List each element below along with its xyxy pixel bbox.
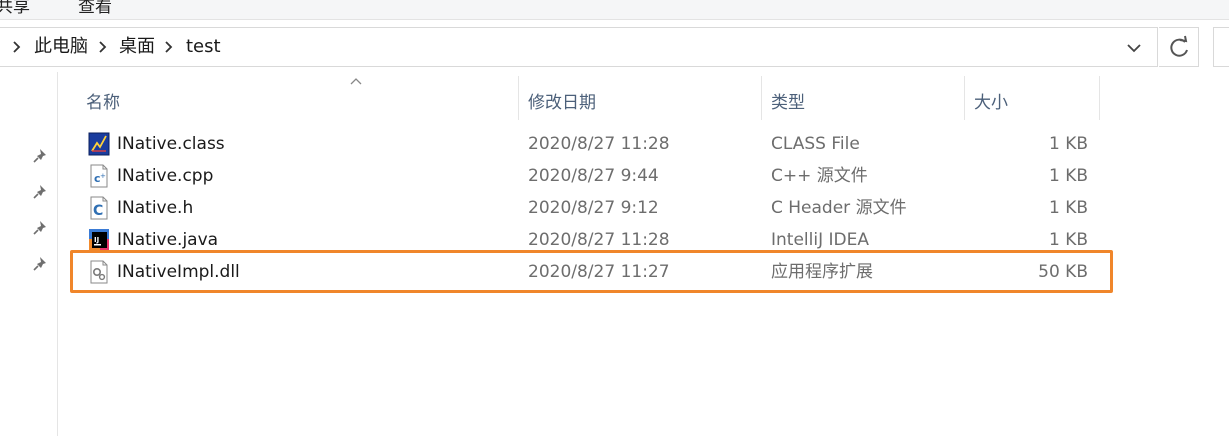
file-type: CLASS File (771, 134, 860, 154)
chevron-down-icon[interactable] (1119, 36, 1149, 60)
sort-ascending-icon (350, 78, 362, 85)
column-divider[interactable] (518, 76, 519, 120)
ribbon-bar: 共享 查看 (0, 0, 1229, 20)
file-name: INative.java (117, 230, 219, 250)
column-header-date[interactable]: 修改日期 (528, 88, 596, 113)
column-header-type[interactable]: 类型 (771, 88, 805, 113)
column-divider[interactable] (761, 76, 762, 120)
file-row[interactable]: c + INative.cpp 2020/8/27 9:44 C++ 源文件 1… (80, 160, 1112, 192)
breadcrumb-test[interactable]: test (186, 36, 221, 58)
ribbon-tab-view[interactable]: 查看 (78, 0, 112, 17)
chevron-right-icon[interactable] (162, 37, 176, 57)
address-bar[interactable]: 此电脑 桌面 test (0, 27, 1158, 67)
refresh-icon (1170, 35, 1188, 57)
breadcrumb-this-pc[interactable]: 此电脑 (34, 36, 88, 58)
column-header-name[interactable]: 名称 (86, 88, 120, 113)
file-type: C Header 源文件 (771, 198, 907, 218)
column-header-size[interactable]: 大小 (974, 88, 1008, 113)
file-size: 1 KB (1048, 198, 1088, 218)
file-name: INative.class (117, 134, 225, 154)
breadcrumb-desktop[interactable]: 桌面 (119, 36, 155, 58)
file-row[interactable]: C INative.h 2020/8/27 9:12 C Header 源文件 … (80, 192, 1112, 224)
file-size: 1 KB (1048, 230, 1088, 250)
chevron-right-icon[interactable] (10, 37, 24, 57)
svg-text:+: + (100, 172, 106, 180)
column-divider[interactable] (1099, 76, 1100, 120)
svg-text:C: C (93, 203, 103, 219)
address-row: 此电脑 桌面 test (0, 20, 1229, 72)
file-name: INative.cpp (117, 166, 214, 186)
highlight-box (70, 250, 1113, 293)
file-date: 2020/8/27 9:44 (528, 166, 659, 186)
file-date: 2020/8/27 11:28 (528, 134, 670, 154)
intellij-icon: IJ (89, 229, 109, 251)
file-row[interactable]: INative.class 2020/8/27 11:28 CLASS File… (80, 128, 1112, 160)
file-type: C++ 源文件 (771, 166, 868, 186)
column-divider[interactable] (964, 76, 965, 120)
class-file-icon (88, 132, 110, 156)
search-box[interactable] (1213, 27, 1229, 67)
pin-icon[interactable] (32, 255, 50, 273)
pin-icon[interactable] (32, 147, 50, 165)
refresh-button[interactable] (1159, 27, 1199, 67)
file-type: IntelliJ IDEA (771, 230, 869, 250)
file-size: 1 KB (1048, 166, 1088, 186)
file-size: 1 KB (1048, 134, 1088, 154)
svg-text:IJ: IJ (94, 236, 99, 244)
column-header-row: 名称 修改日期 类型 大小 (59, 72, 1229, 124)
file-date: 2020/8/27 9:12 (528, 198, 659, 218)
navigation-pane (0, 72, 58, 436)
pin-icon[interactable] (32, 219, 50, 237)
pin-icon[interactable] (32, 183, 50, 201)
cpp-file-icon: c + (90, 164, 108, 188)
file-date: 2020/8/27 11:28 (528, 230, 670, 250)
file-name: INative.h (117, 198, 194, 218)
header-file-icon: C (90, 196, 108, 220)
ribbon-tab-share[interactable]: 共享 (0, 0, 30, 17)
chevron-right-icon[interactable] (96, 37, 110, 57)
